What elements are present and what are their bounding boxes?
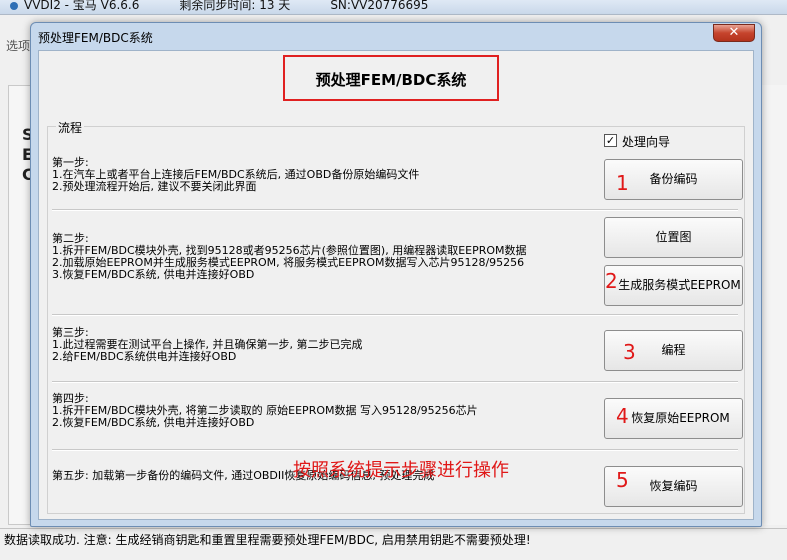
step-marker-1: 1 <box>616 171 629 195</box>
preprocess-dialog: 预处理FEM/BDC系统 ✕ 预处理FEM/BDC系统 流程 ✓ 处理向导 第一… <box>30 22 762 527</box>
step-divider <box>52 449 738 451</box>
wizard-label: 处理向导 <box>622 135 671 149</box>
step-divider <box>52 209 738 211</box>
step-4-text: 第四步: 1.拆开FEM/BDC模块外壳, 将第二步读取的 原始EEPROM数据… <box>52 393 478 429</box>
step-line: 2.预处理流程开始后, 建议不要关闭此界面 <box>52 180 257 193</box>
step-line: 2.恢复FEM/BDC系统, 供电并连接好OBD <box>52 416 255 429</box>
check-icon: ✓ <box>605 134 616 147</box>
options-tab[interactable]: 选项 <box>6 37 30 54</box>
status-bar: 数据读取成功. 注意: 生成经销商钥匙和重置里程需要预处理FEM/BDC, 启用… <box>0 528 787 560</box>
location-diagram-button[interactable]: 位置图 <box>604 217 743 258</box>
close-button[interactable]: ✕ <box>713 24 755 42</box>
step-line: 2.给FEM/BDC系统供电并连接好OBD <box>52 350 237 363</box>
step-divider <box>52 381 738 383</box>
step-2-text: 第二步: 1.拆开FEM/BDC模块外壳, 找到95128或者95256芯片(参… <box>52 233 527 281</box>
heading-highlight: 预处理FEM/BDC系统 <box>283 55 499 101</box>
wizard-checkbox[interactable]: ✓ <box>604 134 617 147</box>
step-marker-3: 3 <box>623 340 636 364</box>
step-divider <box>52 314 738 316</box>
generate-service-eeprom-button[interactable]: 生成服务模式EEPROM <box>604 265 743 306</box>
dialog-titlebar[interactable]: 预处理FEM/BDC系统 ✕ <box>31 23 761 49</box>
step-marker-5: 5 <box>616 468 629 492</box>
step-marker-4: 4 <box>616 404 629 428</box>
button-label: 生成服务模式EEPROM <box>618 278 741 292</box>
step-3-text: 第三步: 1.此过程需要在测试平台上操作, 并且确保第一步, 第二步已完成 2.… <box>52 327 362 363</box>
dialog-title: 预处理FEM/BDC系统 <box>38 31 153 45</box>
sync-remaining: 剩余同步时间: 13 天 <box>179 0 291 12</box>
status-text: 数据读取成功. 注意: 生成经销商钥匙和重置里程需要预处理FEM/BDC, 启用… <box>4 533 531 547</box>
dialog-heading: 预处理FEM/BDC系统 <box>315 71 467 89</box>
button-label: 恢复原始EEPROM <box>631 411 730 425</box>
button-label: 恢复编码 <box>649 479 698 493</box>
close-icon: ✕ <box>728 25 740 40</box>
dialog-client: 预处理FEM/BDC系统 流程 ✓ 处理向导 第一步: 1.在汽车上或者平台上连… <box>38 50 754 520</box>
main-window-title: VVDI2 - 宝马 V6.6.6 <box>24 0 140 12</box>
process-group-label: 流程 <box>56 119 85 136</box>
button-label: 位置图 <box>655 230 692 244</box>
button-label: 备份编码 <box>649 172 698 186</box>
step-line: 3.恢复FEM/BDC系统, 供电并连接好OBD <box>52 268 255 281</box>
step-marker-2: 2 <box>605 269 618 293</box>
main-window-titlebar: VVDI2 - 宝马 V6.6.6 剩余同步时间: 13 天 SN:VV207766… <box>0 0 787 14</box>
button-label: 编程 <box>661 343 686 357</box>
app-logo-icon <box>10 1 18 10</box>
serial-number: SN:VV20776695 <box>330 0 429 12</box>
step-1-text: 第一步: 1.在汽车上或者平台上连接后FEM/BDC系统后, 通过OBD备份原始… <box>52 157 419 193</box>
instruction-hint: 按照系统提示步骤进行操作 <box>293 460 509 481</box>
